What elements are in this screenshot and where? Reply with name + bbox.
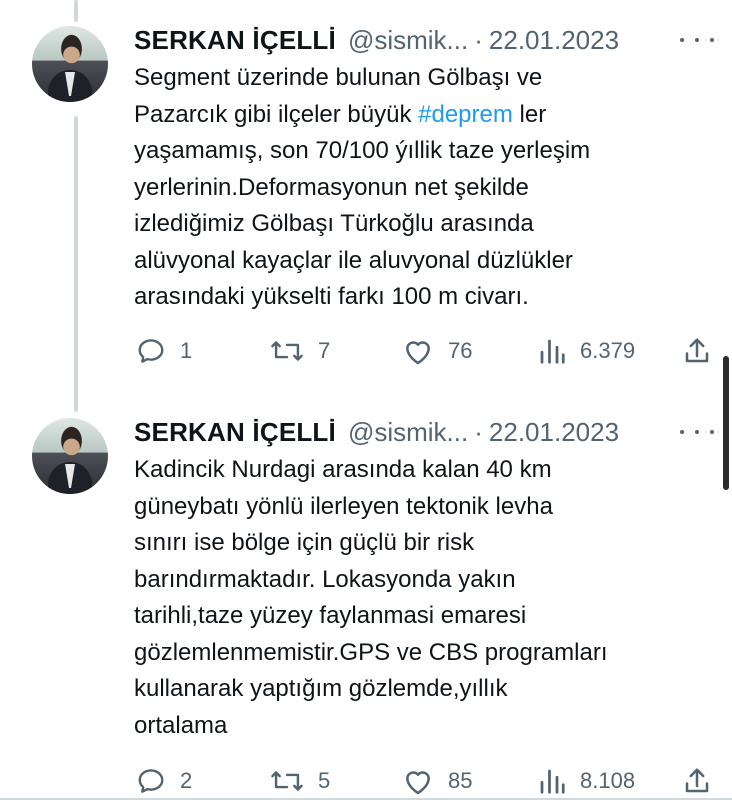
tweet-text: Kadincik Nurdagi arasında kalan 40 km gü… <box>134 456 608 739</box>
share-button[interactable] <box>682 764 712 798</box>
divider <box>0 798 732 800</box>
avatar[interactable] <box>32 26 108 102</box>
tweet-header: SERKAN İÇELLİ @sismik... · 22.01.2023 <box>134 24 619 56</box>
views-icon <box>540 339 565 364</box>
author-handle[interactable]: @sismik... <box>348 25 468 56</box>
share-icon <box>685 768 709 793</box>
retweet-button[interactable]: 7 <box>270 334 330 368</box>
reply-icon <box>138 339 164 363</box>
retweet-button[interactable]: 5 <box>270 764 330 798</box>
tweet-text: Segment üzerinde bulunan Gölbaşı ve Paza… <box>134 60 714 316</box>
heart-icon <box>406 771 430 795</box>
tweet[interactable]: SERKAN İÇELLİ @sismik... · 22.01.2023 Se… <box>0 0 732 400</box>
views-count: 6.379 <box>580 338 636 363</box>
views-button[interactable]: 6.379 <box>538 334 635 368</box>
separator-dot: · <box>474 416 483 447</box>
author-name[interactable]: SERKAN İÇELLİ <box>134 417 336 448</box>
share-icon <box>685 338 709 363</box>
like-button[interactable]: 85 <box>402 764 472 798</box>
retweet-count: 5 <box>318 768 331 793</box>
avatar[interactable] <box>32 418 108 494</box>
scrollbar-thumb[interactable] <box>723 356 729 490</box>
heart-icon <box>406 341 430 365</box>
views-count: 8.108 <box>580 768 636 793</box>
reply-count: 1 <box>180 338 193 363</box>
share-button[interactable] <box>682 334 712 368</box>
tweet-actions: 2 5 85 8.108 <box>0 764 732 798</box>
separator-dot: · <box>474 24 483 55</box>
reply-button[interactable]: 2 <box>136 764 192 798</box>
like-count: 85 <box>448 768 473 793</box>
author-handle[interactable]: @sismik... <box>348 417 468 448</box>
like-button[interactable]: 76 <box>402 334 472 368</box>
more-icon[interactable] <box>680 30 714 50</box>
retweet-icon <box>271 771 303 791</box>
views-icon <box>540 769 565 794</box>
more-icon[interactable] <box>680 422 714 442</box>
author-name[interactable]: SERKAN İÇELLİ <box>134 25 336 56</box>
reply-button[interactable]: 1 <box>136 334 192 368</box>
retweet-count: 7 <box>318 338 331 363</box>
tweet[interactable]: SERKAN İÇELLİ @sismik... · 22.01.2023 Ka… <box>0 400 732 798</box>
tweet-text-part: ler yaşamamış, son 70/100 ýıllik taze ye… <box>134 100 591 311</box>
views-button[interactable]: 8.108 <box>538 764 635 798</box>
tweet-date[interactable]: 22.01.2023 <box>489 417 619 448</box>
like-count: 76 <box>448 338 473 363</box>
tweet-header: SERKAN İÇELLİ @sismik... · 22.01.2023 <box>134 416 619 448</box>
reply-icon <box>138 769 164 793</box>
retweet-icon <box>271 341 303 361</box>
reply-count: 2 <box>180 768 193 793</box>
tweet-actions: 1 7 76 6.379 <box>0 334 732 368</box>
tweet-date[interactable]: 22.01.2023 <box>489 25 619 56</box>
hashtag-link[interactable]: #deprem <box>418 101 513 128</box>
